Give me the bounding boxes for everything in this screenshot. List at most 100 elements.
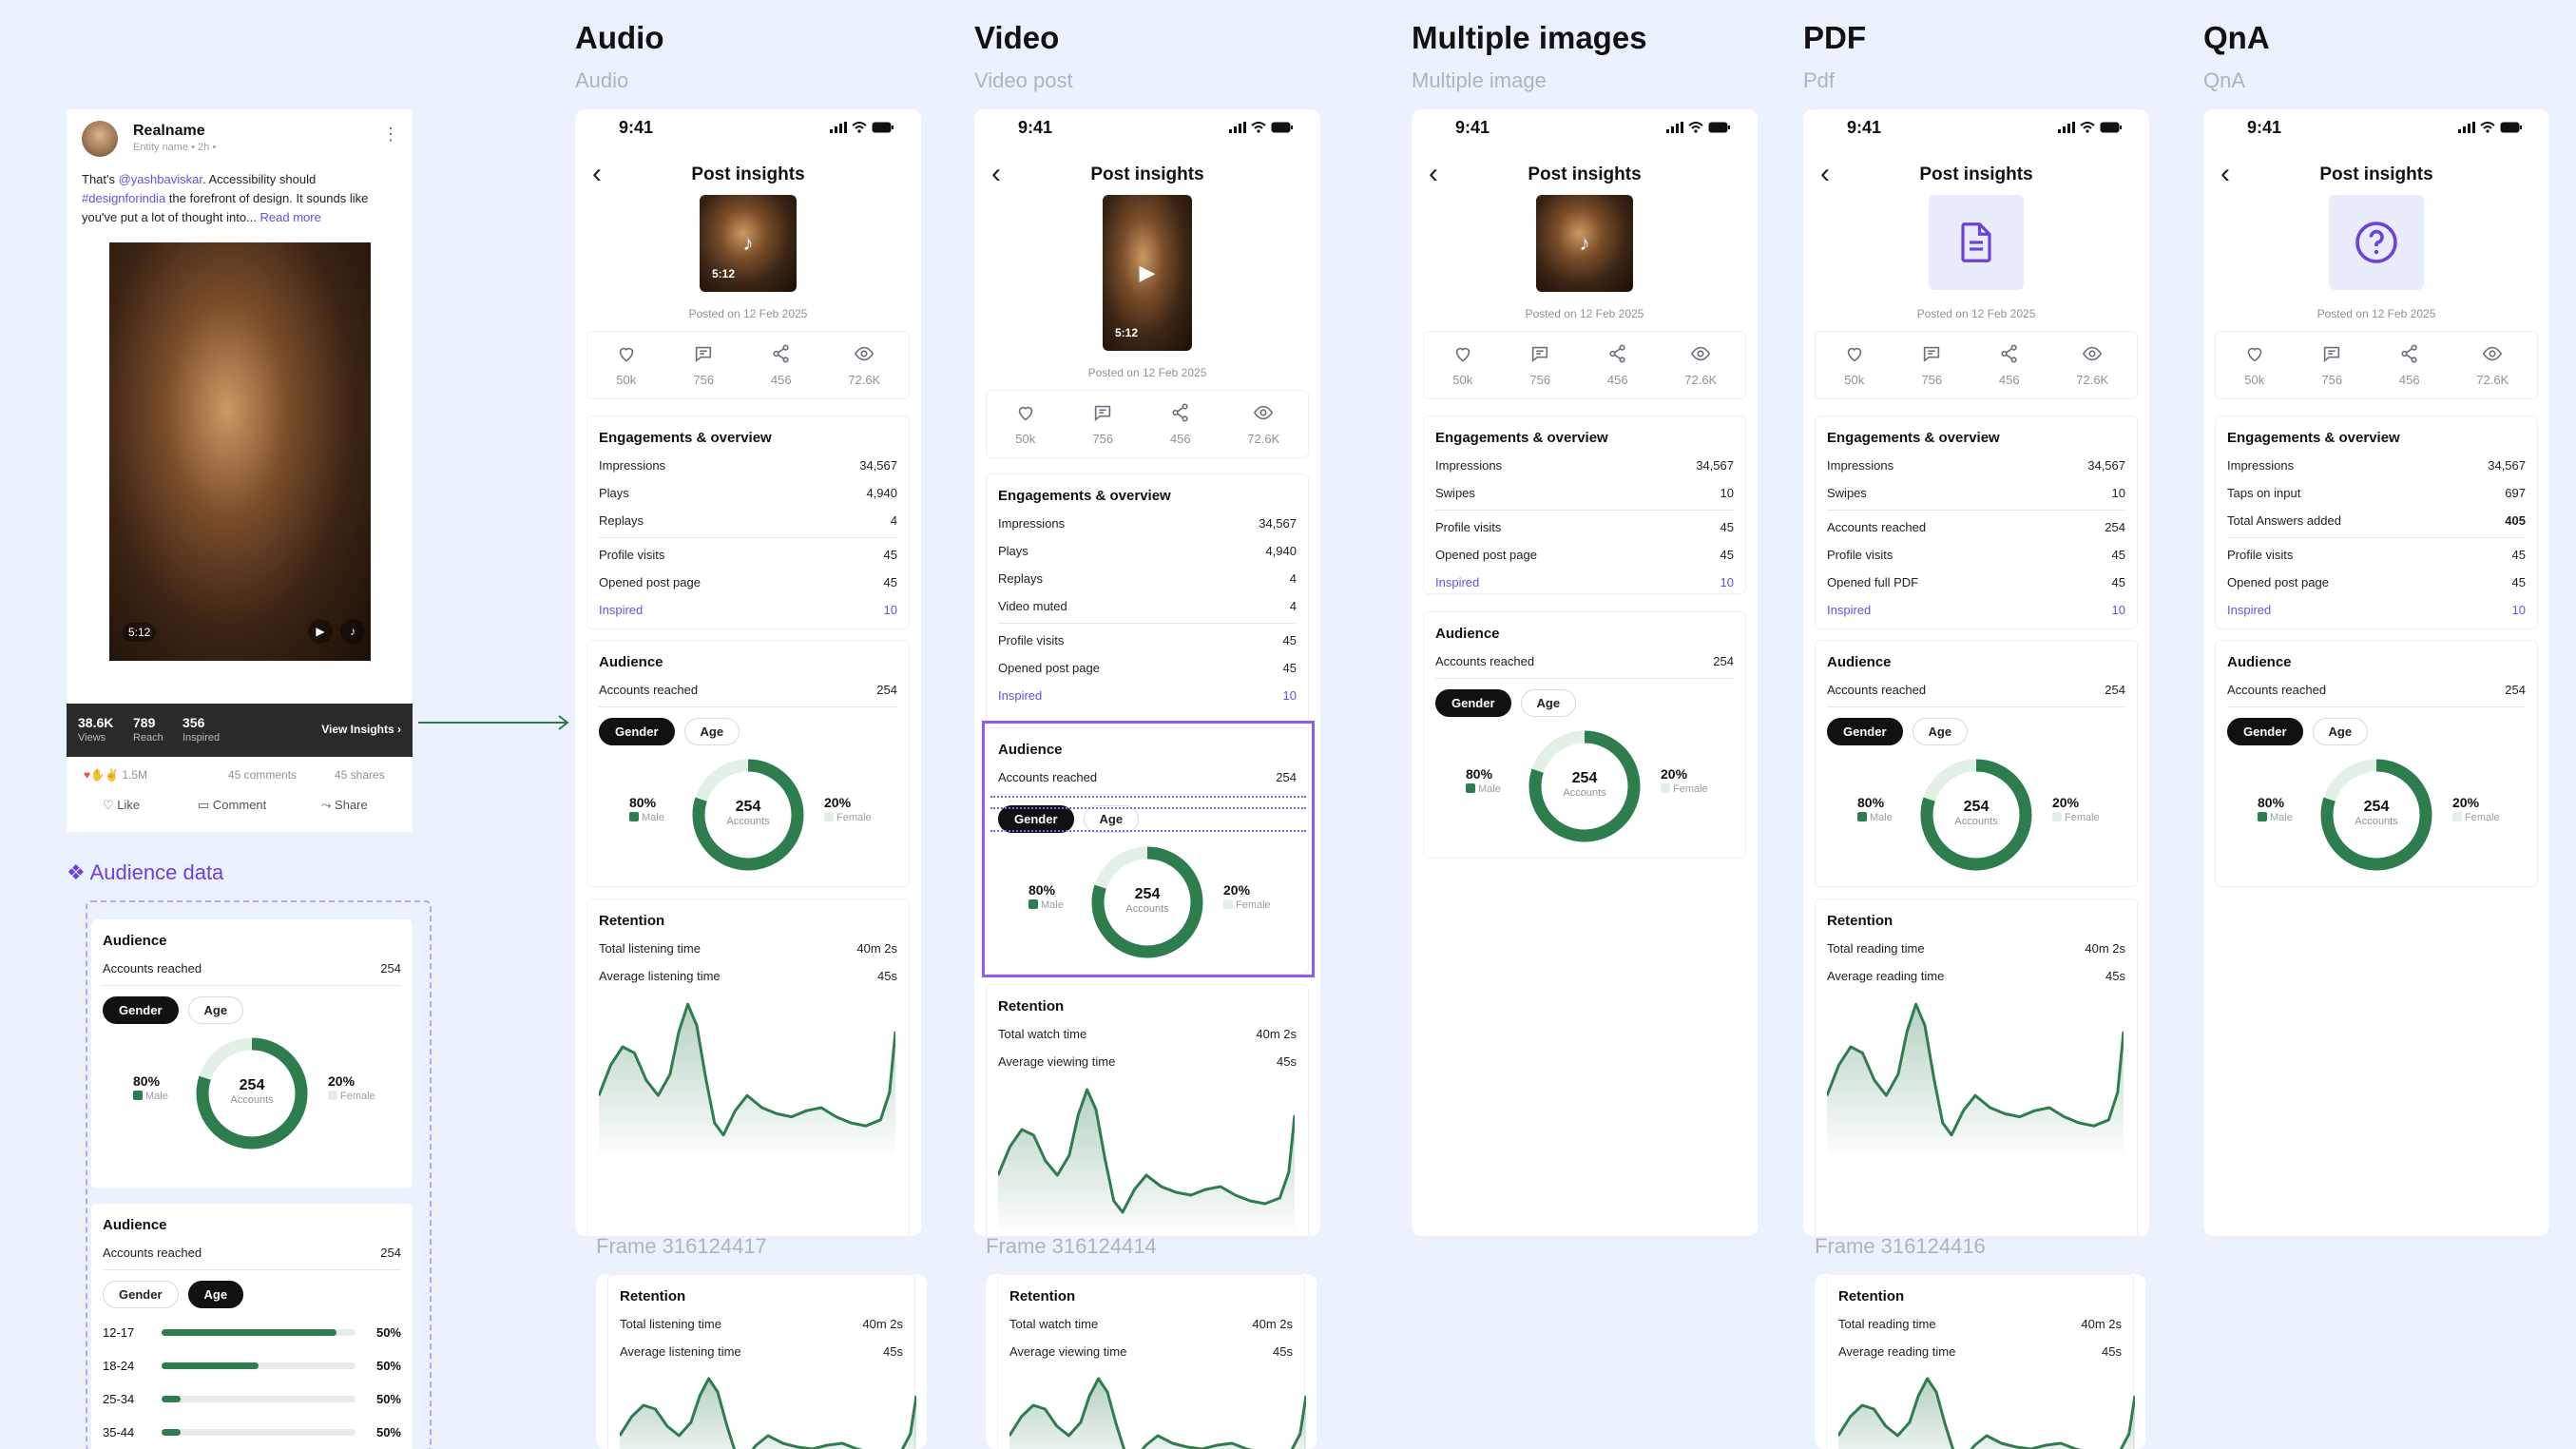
stat-label: Swipes	[1435, 486, 1475, 500]
stat-row: Average reading time 45s	[1827, 1338, 2133, 1365]
card-title: Retention	[1009, 1288, 1076, 1304]
female-percent: 20%	[1661, 766, 1688, 782]
back-button[interactable]: ‹	[1820, 160, 1830, 188]
read-more-link[interactable]: Read more	[260, 210, 321, 224]
stat-value: 10	[883, 603, 897, 617]
stat-row[interactable]: Inspired 10	[987, 682, 1308, 709]
tab-age[interactable]: Age	[683, 718, 740, 745]
more-options-icon[interactable]: ⋮	[382, 125, 399, 145]
tab-age[interactable]: Age	[1520, 689, 1577, 717]
back-button[interactable]: ‹	[2220, 160, 2230, 188]
back-button[interactable]: ‹	[991, 160, 1001, 188]
back-button[interactable]: ‹	[592, 160, 602, 188]
age-bar-track	[162, 1396, 356, 1402]
stat-row[interactable]: Inspired 10	[1816, 596, 2137, 624]
stat-row[interactable]: Inspired 10	[1424, 569, 1745, 596]
tab-gender[interactable]: Gender	[103, 1281, 179, 1308]
share-button[interactable]: ⤳ Share	[321, 798, 368, 813]
shares-metric[interactable]: 456	[1170, 402, 1191, 446]
stat-label: Inspired	[1435, 575, 1480, 589]
tab-age[interactable]: Age	[187, 1281, 244, 1308]
stat-label: Profile visits	[1435, 520, 1502, 534]
section-title: Audio	[575, 20, 664, 55]
stat-row: Plays 4,940	[587, 479, 909, 507]
male-swatch	[629, 812, 639, 821]
comments-count[interactable]: 45 comments	[228, 768, 297, 782]
stat-row[interactable]: Inspired 10	[587, 596, 909, 624]
donut-label: Accounts	[1563, 787, 1606, 799]
donut-center: 254 Accounts	[1954, 799, 1997, 827]
stat-row[interactable]: Inspired 10	[2216, 596, 2537, 624]
tab-gender[interactable]: Gender	[1827, 718, 1903, 745]
tab-gender[interactable]: Gender	[599, 718, 675, 745]
mention-link[interactable]: @yashbaviskar	[119, 172, 202, 186]
stat-label: Inspired	[599, 603, 644, 617]
inspired-count: 356	[183, 715, 205, 730]
tab-age[interactable]: Age	[1912, 718, 1969, 745]
section-subtitle: Pdf	[1803, 68, 1836, 92]
author-name[interactable]: Realname	[133, 123, 205, 140]
post-thumbnail[interactable]	[1929, 195, 2024, 290]
likes-metric[interactable]: 50k	[1015, 402, 1036, 446]
likes-metric[interactable]: 50k	[1844, 343, 1865, 387]
comments-metric[interactable]: 756	[1921, 343, 1942, 387]
likes-metric[interactable]: 50k	[1452, 343, 1473, 387]
likes-metric[interactable]: 50k	[2244, 343, 2265, 387]
play-icon[interactable]: ▶	[308, 619, 333, 644]
views-metric[interactable]: 72.6K	[2476, 343, 2509, 387]
stat-row: Accounts reached 254	[1424, 647, 1745, 675]
shares-metric[interactable]: 456	[1607, 343, 1628, 387]
status-bar: 9:41	[575, 109, 921, 145]
stat-label: Accounts reached	[1435, 654, 1535, 668]
stat-label: Replays	[599, 513, 644, 528]
share-icon: ⤳	[321, 798, 332, 812]
donut-center: 254 Accounts	[1563, 770, 1605, 799]
post-thumbnail[interactable]: ♪	[1536, 195, 1633, 292]
shares-metric[interactable]: 456	[771, 343, 792, 387]
shares-metric[interactable]: 456	[1999, 343, 2020, 387]
comment-button[interactable]: ▭ Comment	[198, 798, 266, 813]
avatar[interactable]	[82, 121, 118, 157]
comments-metric[interactable]: 756	[693, 343, 714, 387]
tab-age[interactable]: Age	[2312, 718, 2369, 745]
comments-metric[interactable]: 756	[1092, 402, 1113, 446]
view-insights-button[interactable]: View Insights ›	[321, 723, 401, 736]
battery-icon	[2500, 122, 2522, 133]
back-button[interactable]: ‹	[1429, 160, 1438, 188]
tab-gender[interactable]: Gender	[2227, 718, 2303, 745]
female-percent: 20%	[824, 795, 852, 810]
post-thumbnail[interactable]: ♪ 5:12	[700, 195, 797, 292]
post-thumbnail[interactable]: ▶ 5:12	[1103, 195, 1192, 351]
shares-metric[interactable]: 456	[2399, 343, 2420, 387]
shares-count[interactable]: 45 shares	[335, 768, 385, 782]
volume-icon[interactable]: ♪	[340, 619, 365, 644]
tab-gender[interactable]: Gender	[1435, 689, 1511, 717]
likes-metric[interactable]: 50k	[616, 343, 637, 387]
views-metric[interactable]: 72.6K	[1684, 343, 1717, 387]
stat-value: 254	[2105, 520, 2125, 534]
hashtag-link[interactable]: #designforindia	[82, 191, 165, 205]
donut-total: 254	[2363, 799, 2390, 815]
views-metric[interactable]: 72.6K	[848, 343, 880, 387]
posted-date: Posted on 12 Feb 2025	[1916, 307, 2036, 320]
views-metric[interactable]: 72.6K	[2076, 343, 2108, 387]
audience-tabs: Gender Age	[2216, 710, 2537, 753]
comments-metric[interactable]: 756	[2321, 343, 2342, 387]
audience-age-card: Audience Accounts reached 254 Gender Age 1…	[91, 1204, 413, 1449]
like-button[interactable]: ♡ Like	[103, 798, 140, 813]
posted-date: Posted on 12 Feb 2025	[688, 307, 808, 320]
post-thumbnail[interactable]	[2329, 195, 2424, 290]
stat-label: Opened post page	[1435, 548, 1537, 562]
tab-age[interactable]: Age	[187, 996, 244, 1024]
eye-icon	[2482, 343, 2503, 367]
reactions-row[interactable]: ♥✋✌ 1.5M	[84, 768, 147, 782]
stat-value: 40m 2s	[856, 941, 897, 956]
engagement-card: Engagements & overview Impressions 34,567 P…	[986, 473, 1309, 761]
views-metric[interactable]: 72.6K	[1247, 402, 1279, 446]
music-note-icon: ♪	[742, 231, 754, 255]
stat-row: Opened full PDF 45	[1816, 569, 2137, 596]
stat-row: Accounts reached 254	[587, 676, 909, 704]
tab-gender[interactable]: Gender	[103, 996, 179, 1024]
post-video[interactable]: 5:12 ▶ ♪	[109, 242, 371, 661]
comments-metric[interactable]: 756	[1529, 343, 1550, 387]
